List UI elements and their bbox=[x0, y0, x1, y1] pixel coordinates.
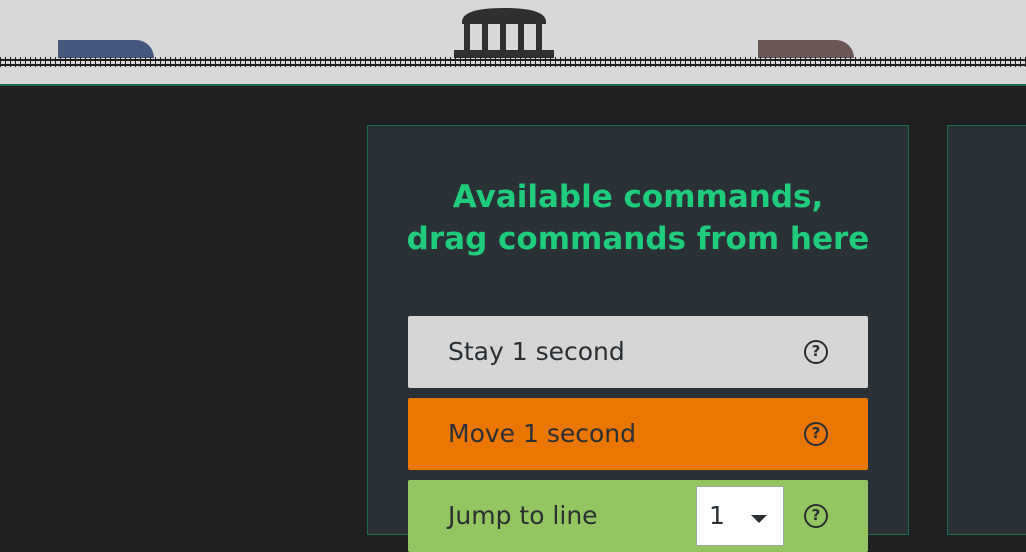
question-circle-icon[interactable]: ? bbox=[804, 422, 828, 446]
jump-command-label: Jump to line bbox=[448, 501, 598, 530]
panel-title: Available commands, drag commands from h… bbox=[368, 176, 908, 260]
left-train bbox=[58, 40, 154, 58]
panel-title-line1: Available commands, bbox=[452, 179, 824, 215]
railway-track bbox=[0, 57, 1026, 67]
move-command-label: Move 1 second bbox=[448, 419, 637, 448]
question-circle-icon[interactable]: ? bbox=[804, 340, 828, 364]
line-number-value: 1 bbox=[709, 501, 725, 530]
right-train bbox=[758, 40, 854, 58]
question-circle-icon[interactable]: ? bbox=[804, 504, 828, 528]
stay-command[interactable]: Stay 1 second ? bbox=[408, 316, 868, 388]
available-commands-panel: Available commands, drag commands from h… bbox=[367, 125, 909, 552]
line-number-select[interactable]: 1 bbox=[696, 486, 784, 546]
station-icon bbox=[454, 8, 554, 58]
jump-command[interactable]: Jump to line 1 ? bbox=[408, 480, 868, 552]
move-command[interactable]: Move 1 second ? bbox=[408, 398, 868, 470]
program-panel bbox=[947, 125, 1026, 535]
stay-command-label: Stay 1 second bbox=[448, 337, 625, 366]
panel-title-line2: drag commands from here bbox=[406, 221, 870, 257]
train-scene bbox=[0, 0, 1026, 86]
